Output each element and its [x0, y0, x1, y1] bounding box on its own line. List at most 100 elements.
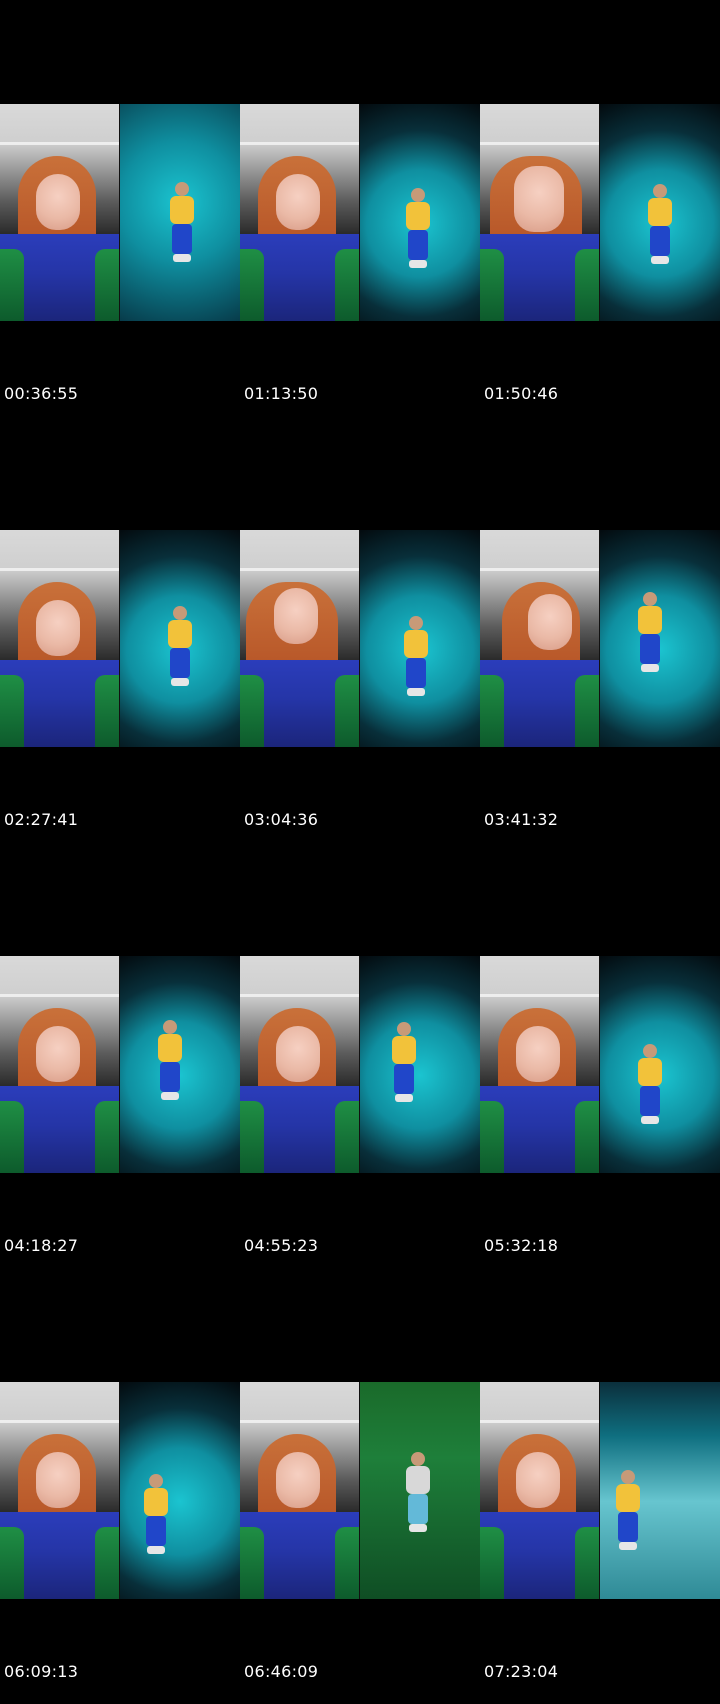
game-character-frame: [120, 956, 240, 1173]
frame-thumbnail[interactable]: [0, 956, 240, 1173]
character-torso: [144, 1488, 168, 1516]
character-shoes: [147, 1546, 165, 1554]
character-torso: [648, 198, 672, 226]
character-legs: [394, 1064, 414, 1094]
game-character-frame: [360, 956, 480, 1173]
timestamp-label: 04:18:27: [4, 1236, 79, 1255]
person-video-frame: [480, 1382, 599, 1599]
timestamp-label: 04:55:23: [244, 1236, 319, 1255]
character-torso: [404, 630, 428, 658]
frame-cell[interactable]: 04:18:27: [0, 852, 240, 1278]
character-head: [643, 1044, 657, 1058]
frame-cell[interactable]: 07:23:04: [480, 1278, 720, 1704]
character-torso: [170, 196, 194, 224]
frame-thumbnail[interactable]: [240, 956, 480, 1173]
person-video-frame: [480, 530, 599, 747]
shelf-line: [240, 994, 359, 997]
shelf-line: [240, 142, 359, 145]
timestamp-label: 06:46:09: [244, 1662, 319, 1681]
game-character: [154, 1020, 184, 1112]
frame-cell[interactable]: 06:09:13: [0, 1278, 240, 1704]
person-video-frame: [480, 104, 599, 321]
face: [276, 174, 320, 230]
character-legs: [170, 648, 190, 678]
character-head: [175, 182, 189, 196]
face: [36, 1026, 80, 1082]
game-character: [634, 592, 664, 684]
sleeve-right: [95, 1101, 119, 1173]
character-shoes: [161, 1092, 179, 1100]
frame-thumbnail[interactable]: [0, 104, 240, 321]
character-legs: [406, 658, 426, 688]
game-character-frame: [600, 956, 720, 1173]
face: [276, 1452, 320, 1508]
frame-cell[interactable]: 01:50:46: [480, 0, 720, 426]
frame-thumbnail[interactable]: [240, 104, 480, 321]
timestamp-label: 00:36:55: [4, 384, 79, 403]
frame-cell[interactable]: 01:13:50: [240, 0, 480, 426]
frame-cell[interactable]: 00:36:55: [0, 0, 240, 426]
character-legs: [618, 1512, 638, 1542]
game-character-frame: [120, 104, 240, 321]
frame-thumbnail[interactable]: [480, 956, 720, 1173]
character-torso: [406, 1466, 430, 1494]
character-legs: [408, 1494, 428, 1524]
game-character: [644, 184, 674, 276]
game-character-frame: [600, 1382, 720, 1599]
frame-thumbnail[interactable]: [480, 104, 720, 321]
game-character-frame: [360, 104, 480, 321]
sleeve-right: [575, 1527, 599, 1599]
timestamp-label: 03:41:32: [484, 810, 559, 829]
face: [36, 174, 80, 230]
person-video-frame: [0, 956, 119, 1173]
sleeve-right: [575, 1101, 599, 1173]
character-head: [163, 1020, 177, 1034]
frame-cell[interactable]: 05:32:18: [480, 852, 720, 1278]
frame-thumbnail[interactable]: [480, 530, 720, 747]
frame-cell[interactable]: 06:46:09: [240, 1278, 480, 1704]
character-legs: [640, 1086, 660, 1116]
character-torso: [392, 1036, 416, 1064]
character-head: [149, 1474, 163, 1488]
shelf-line: [0, 1420, 119, 1423]
sleeve-right: [575, 249, 599, 321]
sleeve-left: [0, 1101, 24, 1173]
game-character: [166, 182, 196, 274]
sleeve-left: [0, 675, 24, 747]
character-shoes: [171, 678, 189, 686]
sleeve-right: [95, 675, 119, 747]
character-legs: [650, 226, 670, 256]
sleeve-right: [335, 1527, 359, 1599]
frame-thumbnail[interactable]: [240, 1382, 480, 1599]
character-shoes: [395, 1094, 413, 1102]
game-character: [164, 606, 194, 698]
person-video-frame: [0, 530, 119, 747]
person-video-frame: [240, 104, 359, 321]
character-shoes: [409, 1524, 427, 1532]
sleeve-right: [335, 249, 359, 321]
frame-thumbnail[interactable]: [0, 1382, 240, 1599]
timestamp-label: 01:13:50: [244, 384, 319, 403]
sleeve-right: [95, 1527, 119, 1599]
frame-cell[interactable]: 03:04:36: [240, 426, 480, 852]
thumbnail-grid: 00:36:55 01:13:50 01:50:46 02:27:41 03:0…: [0, 0, 720, 1704]
character-torso: [638, 1058, 662, 1086]
game-character-frame: [360, 530, 480, 747]
frame-cell[interactable]: 04:55:23: [240, 852, 480, 1278]
frame-thumbnail[interactable]: [480, 1382, 720, 1599]
sleeve-left: [0, 1527, 24, 1599]
character-torso: [168, 620, 192, 648]
face: [276, 1026, 320, 1082]
frame-cell[interactable]: 02:27:41: [0, 426, 240, 852]
shelf-line: [240, 1420, 359, 1423]
game-character: [388, 1022, 418, 1114]
game-character-frame: [360, 1382, 480, 1599]
character-head: [397, 1022, 411, 1036]
character-shoes: [409, 260, 427, 268]
frame-thumbnail[interactable]: [0, 530, 240, 747]
frame-cell[interactable]: 03:41:32: [480, 426, 720, 852]
sleeve-left: [0, 249, 24, 321]
game-character-frame: [600, 530, 720, 747]
frame-thumbnail[interactable]: [240, 530, 480, 747]
character-legs: [172, 224, 192, 254]
